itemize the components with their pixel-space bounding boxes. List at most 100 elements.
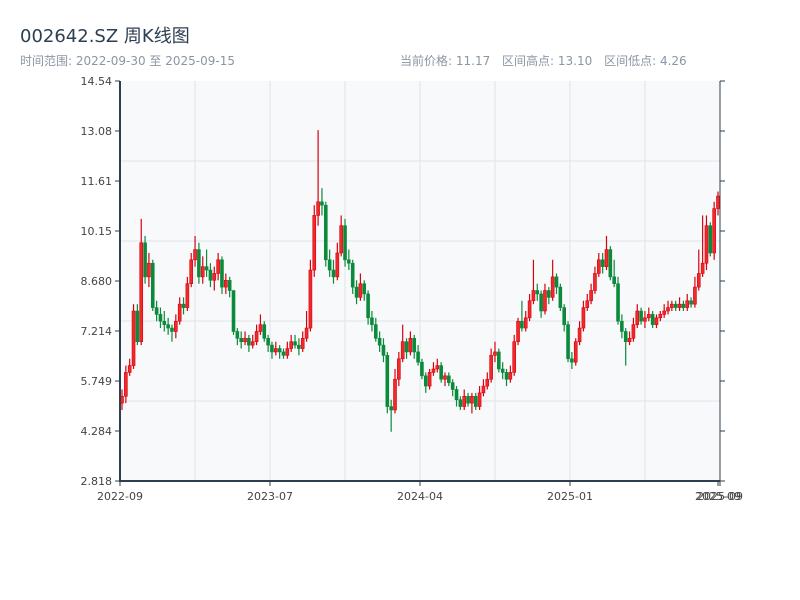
candle-body-down — [323, 204, 328, 261]
candle-body-down — [558, 286, 563, 308]
candle-body-down — [547, 290, 551, 298]
candle-body-up — [523, 317, 528, 329]
candle-body-down — [162, 320, 167, 325]
candle-body-up — [289, 341, 293, 349]
candle-body-down — [381, 344, 386, 356]
candle-body-up — [627, 337, 632, 343]
candle-body-up — [200, 266, 205, 278]
candle-body-down — [154, 307, 159, 315]
candle-body-down — [673, 303, 678, 308]
candle-body-down — [689, 300, 693, 305]
candle-body-down — [204, 266, 209, 271]
candle-body-down — [473, 396, 478, 407]
candle-body-up — [308, 269, 313, 329]
candle-body-up — [489, 355, 493, 380]
candle-body-up — [462, 396, 467, 407]
candle-body-down — [143, 242, 147, 278]
candle-body-up — [400, 341, 405, 360]
candle-body-up — [427, 372, 432, 387]
candle-body-down — [566, 324, 570, 360]
candle-body-up — [435, 365, 440, 370]
candle-body-up — [124, 372, 128, 397]
candle-body-up — [300, 337, 305, 349]
candle-body-down — [373, 324, 378, 339]
candle-body-down — [520, 320, 524, 329]
candle-body-down — [266, 337, 270, 346]
candle-body-up — [631, 324, 636, 339]
y-tick-label: 5.749 — [81, 375, 113, 388]
candle-body-up — [339, 225, 343, 254]
candle-body-up — [335, 252, 340, 278]
candle-body-down — [616, 283, 620, 322]
candle-body-up — [493, 351, 497, 356]
candle-body-up — [189, 259, 194, 284]
candle-body-up — [258, 324, 263, 332]
x-tick-label: 2025-01 — [547, 490, 593, 503]
candle-body-up — [604, 249, 609, 267]
candle-body-down — [600, 259, 605, 267]
candle-body-down — [347, 259, 351, 264]
candle-body-up — [508, 372, 513, 380]
candle-body-up — [573, 341, 578, 363]
candle-body-up — [693, 286, 697, 305]
candle-body-down — [320, 201, 324, 206]
candle-body-down — [570, 358, 574, 363]
candle-body-up — [716, 195, 720, 209]
candle-body-down — [220, 259, 224, 288]
candle-body-up — [185, 283, 190, 308]
candle-body-up — [577, 327, 582, 343]
candle-body-up — [635, 310, 640, 325]
candle-body-up — [700, 262, 705, 274]
candle-body-down — [385, 355, 390, 407]
y-tick-label: 7.214 — [81, 325, 113, 338]
candle-body-up — [516, 320, 520, 343]
candle-body-down — [458, 399, 463, 407]
candle-body-up — [712, 208, 716, 254]
candle-body-up — [274, 348, 278, 353]
y-tick-label: 8.680 — [81, 275, 113, 288]
candle-body-up — [550, 276, 555, 298]
candle-body-up — [704, 225, 709, 264]
candle-body-down — [439, 365, 443, 380]
candle-body-down — [293, 341, 297, 346]
candle-body-up — [312, 215, 317, 271]
candle-body-down — [170, 327, 174, 332]
candle-body-up — [127, 365, 132, 373]
candle-body-down — [404, 341, 409, 353]
candle-body-up — [358, 283, 363, 298]
candle-body-up — [397, 358, 401, 380]
candle-body-down — [377, 337, 382, 346]
y-tick-label: 4.284 — [81, 425, 113, 438]
candle-body-up — [662, 310, 666, 315]
candle-body-down — [281, 351, 286, 356]
candle-body-up — [543, 290, 547, 312]
candle-body-down — [466, 396, 470, 404]
candle-body-down — [504, 372, 509, 380]
candle-body-up — [593, 273, 597, 291]
candle-body-up — [254, 331, 259, 343]
candle-body-up — [658, 314, 663, 319]
candle-body-down — [181, 303, 186, 308]
candle-body-down — [239, 337, 243, 343]
x-tick-label: 2023-07 — [247, 490, 293, 503]
candle-body-up — [174, 320, 178, 332]
candle-body-down — [208, 269, 213, 281]
candle-body-down — [500, 368, 505, 373]
candle-body-down — [235, 331, 240, 339]
candle-body-down — [343, 225, 347, 261]
candle-body-up — [477, 392, 482, 407]
candle-body-down — [423, 375, 428, 387]
candle-body-up — [677, 303, 682, 308]
candle-body-down — [247, 337, 251, 346]
candle-body-down — [166, 324, 170, 329]
candle-body-up — [393, 378, 397, 411]
candle-body-up — [685, 300, 690, 308]
y-tick-label: 2.818 — [81, 475, 113, 488]
candle-body-up — [212, 273, 217, 281]
candle-body-up — [643, 317, 647, 322]
candle-body-down — [454, 389, 459, 401]
y-tick-label: 13.08 — [81, 125, 113, 138]
candle-body-down — [650, 314, 655, 325]
candle-body-up — [589, 290, 593, 302]
candle-body-down — [227, 279, 232, 291]
